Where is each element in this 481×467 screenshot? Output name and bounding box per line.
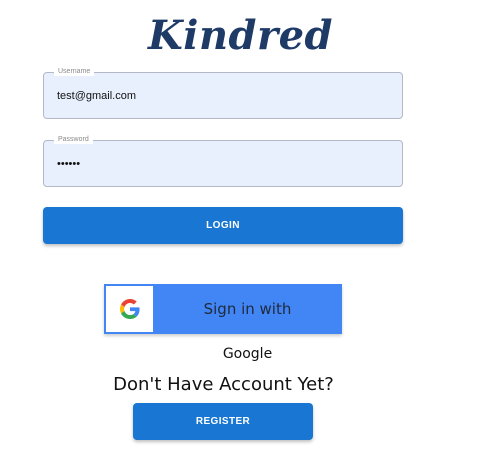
username-field[interactable]: Username — [43, 67, 403, 119]
username-input[interactable] — [44, 73, 402, 118]
google-signin-label: Sign in with — [203, 300, 292, 318]
password-input[interactable] — [44, 141, 402, 186]
google-provider-label[interactable]: Google — [0, 346, 481, 362]
login-page: Kindred Username Password LOGIN Sign in … — [0, 0, 481, 467]
signup-prompt: Don't Have Account Yet? — [113, 374, 334, 395]
google-icon — [106, 286, 153, 332]
register-button[interactable]: REGISTER — [133, 403, 313, 440]
password-field[interactable]: Password — [43, 135, 403, 187]
app-logo: Kindred — [147, 12, 333, 59]
login-button[interactable]: LOGIN — [43, 207, 403, 244]
google-signin-button[interactable]: Sign in with — [104, 284, 342, 334]
